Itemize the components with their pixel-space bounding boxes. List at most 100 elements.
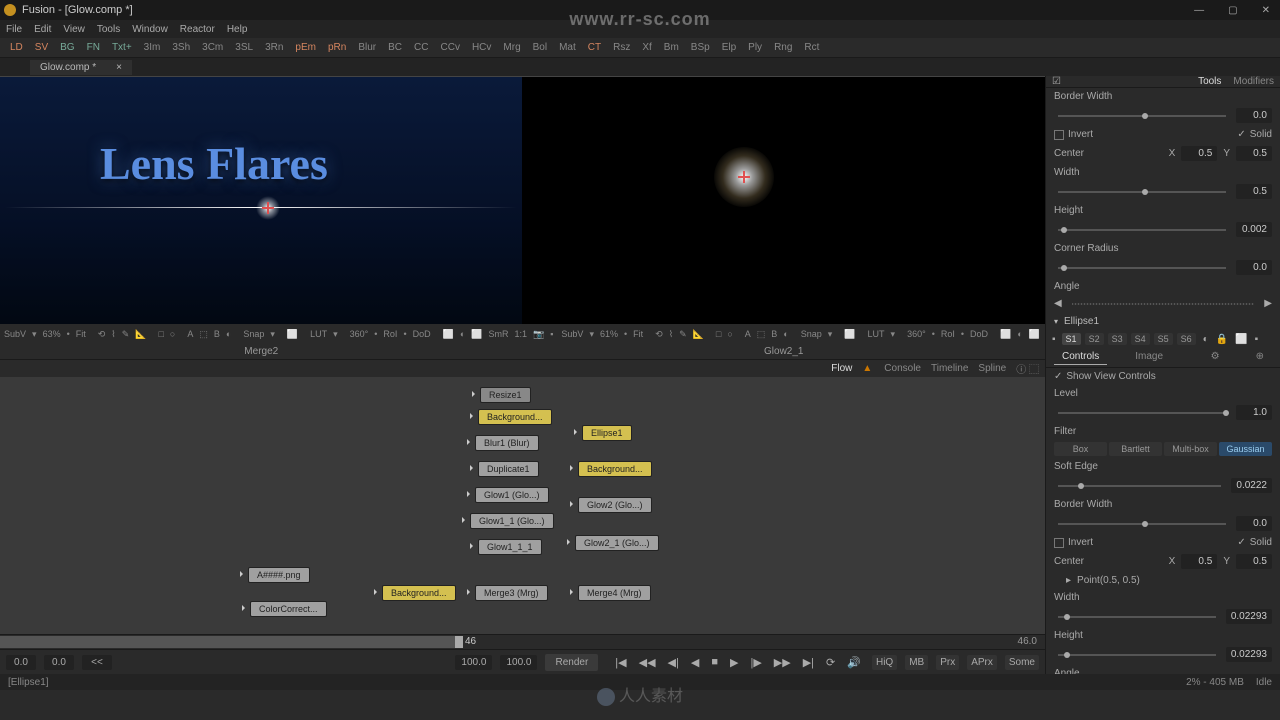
soft-edge-slider[interactable] [1058, 485, 1221, 487]
viewer-tb-item[interactable]: ▾ [333, 329, 338, 340]
flow-node-graph[interactable]: Resize1 Background... Ellipse1 Blur1 (Blur)… [0, 377, 1045, 634]
flow-tab-console[interactable]: Console [884, 363, 921, 374]
tool-ply[interactable]: Ply [748, 42, 762, 53]
height2-value[interactable]: 0.02293 [1226, 647, 1272, 662]
menu-tools[interactable]: Tools [97, 24, 120, 35]
subtab-s4[interactable]: S4 [1131, 333, 1150, 345]
viewer-tb-item[interactable]: ⬜ [443, 329, 454, 340]
tool-3rn[interactable]: 3Rn [265, 42, 283, 53]
menu-help[interactable]: Help [227, 24, 248, 35]
tool-cc[interactable]: CC [414, 42, 428, 53]
viewer-tb-item[interactable]: ⬜ [287, 329, 298, 340]
menu-file[interactable]: File [6, 24, 22, 35]
tool-xf[interactable]: Xf [642, 42, 651, 53]
toggle-aprx[interactable]: APrx [967, 655, 997, 670]
filter-bartlett[interactable]: Bartlett [1109, 442, 1162, 456]
menu-window[interactable]: Window [132, 24, 168, 35]
playhead[interactable] [455, 636, 463, 648]
tool-3sh[interactable]: 3Sh [172, 42, 190, 53]
transport-button[interactable]: ⟳ [823, 656, 838, 669]
viewer-tb-item[interactable]: • [374, 329, 377, 339]
controls-tab[interactable]: Controls [1054, 349, 1107, 365]
viewer-tb-item[interactable]: ○ [727, 329, 732, 339]
viewer-tb-item[interactable]: ◐ [460, 329, 465, 339]
viewer-tb-item[interactable]: 360° [907, 329, 926, 339]
transport-button[interactable]: |▶ [747, 656, 764, 669]
timeline-ruler[interactable]: 46 46.0 [0, 634, 1045, 649]
flow-info-icon[interactable]: ⓘ ⬚ [1016, 361, 1039, 376]
tool-hcv[interactable]: HCv [472, 42, 491, 53]
corner-radius-value[interactable]: 0.0 [1236, 260, 1272, 275]
toggle-mb[interactable]: MB [905, 655, 928, 670]
tool-3im[interactable]: 3Im [144, 42, 161, 53]
tool-bm[interactable]: Bm [664, 42, 679, 53]
subtab-icon[interactable]: ▪ [1255, 334, 1259, 345]
level-slider[interactable] [1058, 412, 1226, 414]
maximize-button[interactable]: ▢ [1222, 5, 1243, 16]
close-button[interactable]: ✕ [1256, 5, 1276, 16]
soft-edge-value[interactable]: 0.0222 [1231, 478, 1272, 493]
subtab-s3[interactable]: S3 [1108, 333, 1127, 345]
flow-tab-timeline[interactable]: Timeline [931, 363, 968, 374]
filter-multi-box[interactable]: Multi-box [1164, 442, 1217, 456]
node-blur1[interactable]: Blur1 (Blur) [475, 435, 539, 451]
node-port[interactable] [570, 465, 576, 471]
render-button[interactable]: Render [545, 654, 598, 671]
viewer-tb-item[interactable]: A [187, 329, 193, 339]
viewer-tb-item[interactable]: 1:1 [514, 329, 527, 339]
viewer-tb-item[interactable]: 61% [600, 329, 618, 339]
menu-reactor[interactable]: Reactor [180, 24, 215, 35]
center-crosshair-icon[interactable] [738, 171, 750, 183]
subtab-icon[interactable]: 🔒 [1216, 334, 1228, 345]
viewer-tb-item[interactable]: ○ [170, 329, 175, 339]
plus-icon[interactable]: ⊕ [1248, 349, 1272, 365]
viewer-tb-item[interactable]: ◐ [1017, 329, 1022, 339]
menu-edit[interactable]: Edit [34, 24, 51, 35]
tool-3cm[interactable]: 3Cm [202, 42, 223, 53]
viewer-tb-item[interactable]: Snap [243, 329, 264, 339]
tool-rng[interactable]: Rng [774, 42, 792, 53]
node-resize1[interactable]: Resize1 [480, 387, 531, 403]
viewer-tb-item[interactable]: □ [716, 329, 721, 339]
node-port[interactable] [472, 391, 478, 397]
viewer-tb-item[interactable]: Snap [801, 329, 822, 339]
tool-3sl[interactable]: 3SL [235, 42, 253, 53]
transport-value[interactable]: 100.0 [455, 655, 492, 670]
viewer-tb-item[interactable]: 📐 [693, 329, 704, 340]
transport-button[interactable]: |◀ [612, 656, 629, 669]
viewer-tb-item[interactable]: LUT [868, 329, 885, 339]
viewer-tb-item[interactable]: Fit [76, 329, 86, 339]
node-ellipse1[interactable]: Ellipse1 [582, 425, 632, 441]
node-background[interactable]: Background... [478, 409, 552, 425]
center2-x[interactable]: 0.5 [1181, 554, 1217, 569]
transport-value[interactable]: 0.0 [6, 655, 36, 670]
width-value[interactable]: 0.5 [1236, 184, 1272, 199]
node-port[interactable] [574, 429, 580, 435]
node-colorcorrect[interactable]: ColorCorrect... [250, 601, 327, 617]
tool-rsz[interactable]: Rsz [613, 42, 630, 53]
center2-y[interactable]: 0.5 [1236, 554, 1272, 569]
node-glow2[interactable]: Glow2 (Glo...) [578, 497, 652, 513]
transport-button[interactable]: ■ [708, 656, 721, 669]
viewer-tb-item[interactable]: ⟲ [98, 329, 106, 340]
inspector-checkbox[interactable]: ☑ [1052, 76, 1061, 87]
menu-view[interactable]: View [63, 24, 85, 35]
angle-dial[interactable] [1072, 303, 1255, 305]
node-port[interactable] [570, 589, 576, 595]
filter-box[interactable]: Box [1054, 442, 1107, 456]
viewer-tb-item[interactable]: ⬜ [471, 329, 482, 340]
viewer-tb-item[interactable]: RoI [941, 329, 955, 339]
node-background3[interactable]: Background... [382, 585, 456, 601]
transport-value[interactable]: << [82, 655, 112, 670]
tool-bg[interactable]: BG [60, 42, 74, 53]
filter-gaussian[interactable]: Gaussian [1219, 442, 1272, 456]
tool-mrg[interactable]: Mrg [503, 42, 520, 53]
viewer-tb-item[interactable]: ✎ [679, 329, 687, 340]
viewer-tb-item[interactable]: DoD [413, 329, 431, 339]
viewer-tb-item[interactable]: SubV [561, 329, 583, 339]
toggle-hiq[interactable]: HiQ [872, 655, 897, 670]
node-port[interactable] [467, 589, 473, 595]
node-glow2_1[interactable]: Glow2_1 (Glo...) [575, 535, 659, 551]
node-merge4[interactable]: Merge4 (Mrg) [578, 585, 651, 601]
transport-button[interactable]: ▶| [800, 656, 817, 669]
